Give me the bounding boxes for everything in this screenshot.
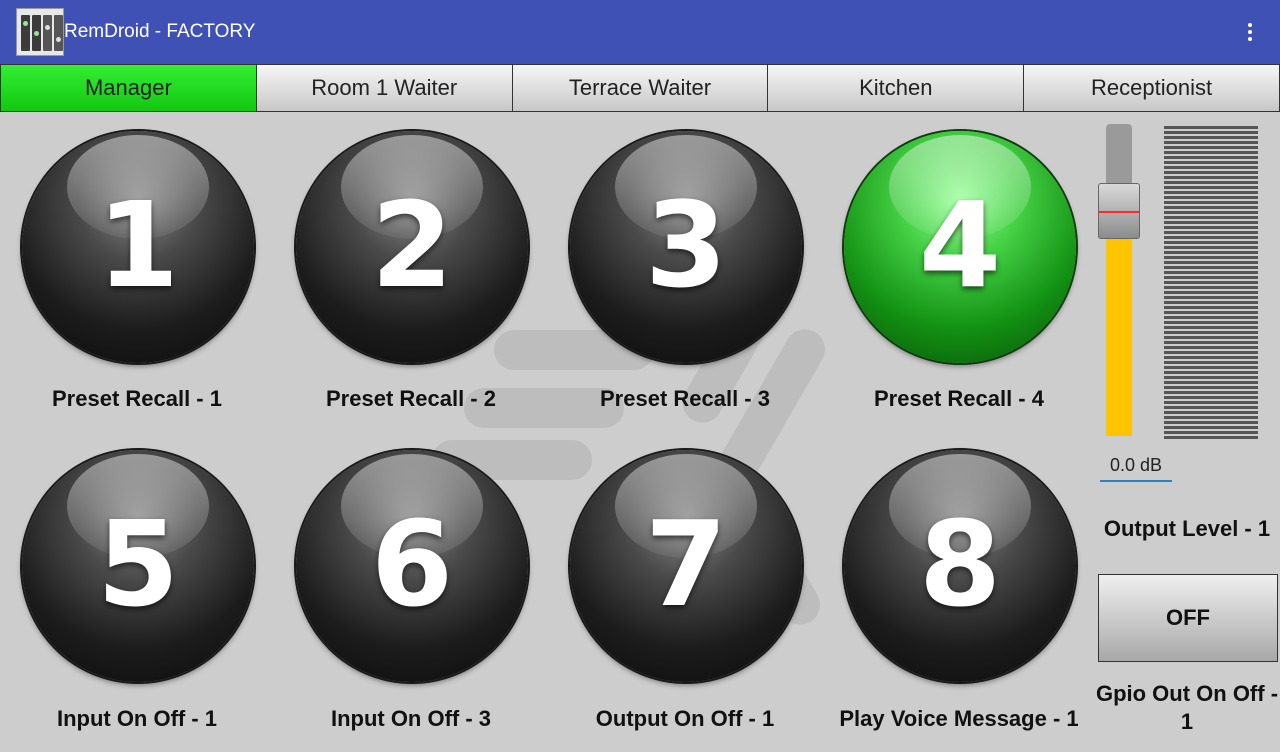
preset-recall-3-button[interactable]: 3 <box>570 131 802 363</box>
output-on-off-1-label: Output On Off - 1 <box>595 706 775 731</box>
gpio-out-label: Gpio Out On Off - 1 <box>1095 681 1279 734</box>
play-voice-message-1-label: Play Voice Message - 1 <box>839 706 1079 731</box>
preset-recall-4-button[interactable]: 4 <box>844 131 1076 363</box>
preset-recall-2-button[interactable]: 2 <box>296 131 528 363</box>
tab-room-1-waiter[interactable]: Room 1 Waiter <box>256 64 513 112</box>
input-on-off-3-button[interactable]: 6 <box>296 450 528 682</box>
mixer-app-icon <box>16 8 64 56</box>
app-bar: RemDroid - FACTORY <box>0 0 1280 64</box>
overflow-menu-icon[interactable] <box>1238 20 1262 44</box>
input-on-off-1-button[interactable]: 5 <box>22 450 254 682</box>
preset-recall-4-label: Preset Recall - 4 <box>874 386 1044 411</box>
input-on-off-1-label: Input On Off - 1 <box>56 706 218 731</box>
preset-recall-1-button[interactable]: 1 <box>22 131 254 363</box>
output-level-label: Output Level - 1 <box>1103 516 1271 541</box>
output-on-off-1-button[interactable]: 7 <box>570 450 802 682</box>
output-fader-handle[interactable] <box>1098 183 1140 240</box>
output-db-field[interactable]: 0.0 dB <box>1100 452 1172 482</box>
tab-receptionist[interactable]: Receptionist <box>1024 64 1280 112</box>
button-number: 5 <box>96 495 180 633</box>
preset-recall-3-label: Preset Recall - 3 <box>600 386 770 411</box>
preset-recall-2-label: Preset Recall - 2 <box>326 386 496 411</box>
user-tabs: Manager Room 1 Waiter Terrace Waiter Kit… <box>0 64 1280 112</box>
button-number: 1 <box>96 176 180 314</box>
button-number: 3 <box>644 176 728 314</box>
input-on-off-3-label: Input On Off - 3 <box>330 706 492 731</box>
button-number: 2 <box>370 176 454 314</box>
preset-recall-1-label: Preset Recall - 1 <box>52 386 222 411</box>
tab-terrace-waiter[interactable]: Terrace Waiter <box>512 64 769 112</box>
button-number: 7 <box>644 495 728 633</box>
play-voice-message-1-button[interactable]: 8 <box>844 450 1076 682</box>
output-level-meter <box>1164 126 1258 440</box>
tab-kitchen[interactable]: Kitchen <box>768 64 1025 112</box>
button-number: 8 <box>918 495 1002 633</box>
button-number: 4 <box>918 176 1002 314</box>
output-fader-fill <box>1106 211 1132 436</box>
app-title: RemDroid - FACTORY <box>64 21 256 42</box>
button-number: 6 <box>370 495 454 633</box>
gpio-toggle-button[interactable]: OFF <box>1098 574 1278 662</box>
tab-manager[interactable]: Manager <box>0 64 257 112</box>
